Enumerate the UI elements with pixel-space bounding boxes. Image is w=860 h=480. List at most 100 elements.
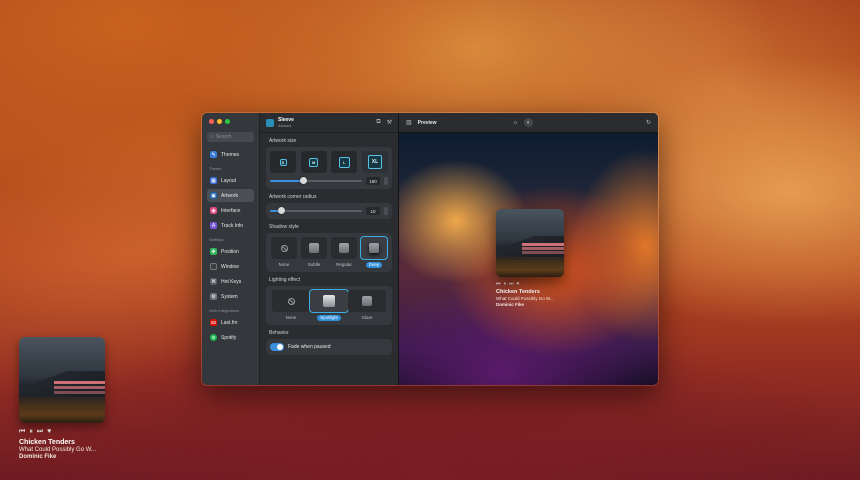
search-icon: ⌕ bbox=[211, 134, 214, 140]
preview-album-artwork bbox=[496, 209, 564, 277]
sidebar-toggle-icon[interactable]: ▥ bbox=[406, 119, 412, 126]
preview-now-playing: ⏮ ⏸ ⏭ ♥ Chicken Tenders What Could Possi… bbox=[496, 209, 586, 307]
corner-radius-value[interactable]: 10 bbox=[366, 207, 380, 215]
lastfm-icon: as bbox=[210, 319, 217, 326]
sidebar: ⌕ Search ✎ Themes Theme ▦ Layout ▣ Artwo… bbox=[202, 113, 259, 385]
artwork-size-value[interactable]: 180 bbox=[366, 177, 380, 185]
heart-icon: ♥ bbox=[516, 281, 520, 287]
refresh-icon[interactable]: ↻ bbox=[646, 119, 651, 126]
preview-canvas: ⏮ ⏸ ⏭ ♥ Chicken Tenders What Could Possi… bbox=[399, 133, 658, 385]
text-icon: A bbox=[210, 222, 217, 229]
behavior-card: Fade when paused bbox=[266, 339, 392, 355]
sidebar-item-hot-keys[interactable]: ⌘ Hot Keys bbox=[207, 275, 254, 288]
sidebar-section-theme: Theme bbox=[209, 166, 222, 171]
corner-radius-label: Artwork corner radius bbox=[269, 194, 317, 200]
preview-track-title: Chicken Tenders bbox=[496, 289, 540, 295]
layout-icon: ▦ bbox=[210, 177, 217, 184]
artwork-size-stepper[interactable] bbox=[384, 177, 388, 185]
sidebar-item-interface[interactable]: ◉ Interface bbox=[207, 204, 254, 217]
moon-icon[interactable]: ◐ bbox=[524, 118, 534, 127]
sidebar-item-system[interactable]: ⚙ System bbox=[207, 290, 254, 303]
lighting-option-glare[interactable]: Glare bbox=[348, 290, 386, 321]
behavior-label: Behavior bbox=[269, 330, 289, 336]
shadow-option-regular[interactable]: Regular bbox=[330, 237, 358, 268]
copy-icon[interactable]: ⧉ bbox=[376, 119, 380, 126]
gear-icon: ⚙ bbox=[210, 293, 217, 300]
sidebar-item-track-info[interactable]: A Track Info bbox=[207, 219, 254, 232]
preview-track-album: What Could Possibly Go W... bbox=[496, 296, 554, 301]
previous-icon: ⏮ bbox=[496, 281, 501, 287]
preview-title: Preview bbox=[417, 119, 437, 126]
sidebar-section-integrations: Web Integrations bbox=[209, 308, 240, 313]
size-option-l[interactable]: L bbox=[331, 151, 358, 173]
app-window: ⌕ Search ✎ Themes Theme ▦ Layout ▣ Artwo… bbox=[201, 112, 659, 386]
shadow-style-label: Shadow style bbox=[269, 224, 299, 230]
window-icon bbox=[210, 263, 217, 270]
sidebar-item-layout[interactable]: ▦ Layout bbox=[207, 174, 254, 187]
spotify-icon: ≋ bbox=[210, 334, 217, 341]
lighting-effect-label: Lighting effect bbox=[269, 277, 301, 283]
artwork-size-label: Artwork size bbox=[269, 138, 297, 144]
corner-radius-slider[interactable] bbox=[270, 207, 362, 214]
artwork-icon: ▣ bbox=[210, 192, 217, 199]
app-logo-icon bbox=[266, 118, 274, 127]
lighting-option-spotlight[interactable]: Spotlight bbox=[309, 289, 349, 321]
shadow-option-deep[interactable]: Deep bbox=[360, 236, 388, 268]
track-title: Chicken Tenders bbox=[19, 439, 75, 446]
preview-pane: ▥ Preview ☼ ◐ ↻ ⏮ ⏸ ⏭ ♥ Chicken Tenders … bbox=[398, 113, 658, 385]
sidebar-item-spotify[interactable]: ≋ Spotify bbox=[207, 331, 254, 344]
sun-icon[interactable]: ☼ bbox=[513, 120, 519, 126]
shadow-option-none[interactable]: None bbox=[270, 237, 298, 268]
pause-icon: ⏸ bbox=[503, 281, 507, 287]
square-icon bbox=[362, 296, 372, 306]
minimize-button[interactable] bbox=[217, 119, 222, 124]
keyboard-icon: ⌘ bbox=[210, 278, 217, 285]
previous-icon[interactable]: ⏮ bbox=[19, 428, 25, 436]
corner-radius-stepper[interactable] bbox=[384, 207, 388, 215]
desktop-now-playing: ⏮ ⏸ ⏭ ♥ Chicken Tenders What Could Possi… bbox=[19, 337, 139, 460]
close-button[interactable] bbox=[209, 119, 214, 124]
track-album: What Could Possibly Go W... bbox=[19, 447, 97, 453]
square-icon bbox=[369, 243, 379, 253]
size-option-xl[interactable]: XL bbox=[361, 151, 388, 173]
none-icon bbox=[280, 244, 288, 252]
next-icon[interactable]: ⏭ bbox=[37, 428, 43, 436]
sidebar-item-lastfm[interactable]: as Last.fm bbox=[207, 316, 254, 329]
fade-when-paused-label: Fade when paused bbox=[288, 344, 331, 350]
next-icon: ⏭ bbox=[509, 281, 514, 287]
move-icon: ✥ bbox=[210, 248, 217, 255]
interface-icon: ◉ bbox=[210, 207, 217, 214]
artwork-size-card: S M L XL 180 bbox=[266, 147, 392, 189]
playback-controls: ⏮ ⏸ ⏭ ♥ bbox=[19, 428, 139, 436]
panel-header: Sleeve Artwork ⧉ ⚒ bbox=[260, 113, 398, 133]
size-option-m[interactable]: M bbox=[300, 151, 327, 173]
sidebar-section-settings: Settings bbox=[209, 237, 224, 242]
preview-playback-controls: ⏮ ⏸ ⏭ ♥ bbox=[496, 281, 586, 287]
paintbrush-icon: ✎ bbox=[210, 151, 217, 158]
sidebar-item-position[interactable]: ✥ Position bbox=[207, 245, 254, 258]
search-input[interactable]: ⌕ Search bbox=[207, 132, 254, 142]
lighting-option-none[interactable]: None bbox=[272, 290, 310, 321]
sidebar-item-window[interactable]: Window bbox=[207, 260, 254, 273]
artwork-size-slider[interactable] bbox=[270, 177, 362, 184]
artwork-settings-panel: Sleeve Artwork ⧉ ⚒ Artwork size S M L XL bbox=[259, 113, 398, 385]
pause-icon[interactable]: ⏸ bbox=[29, 428, 33, 436]
corner-radius-card: 10 bbox=[266, 203, 392, 219]
zoom-button[interactable] bbox=[225, 119, 230, 124]
lighting-effect-card: None Spotlight Glare bbox=[266, 286, 392, 325]
fade-when-paused-toggle[interactable] bbox=[270, 343, 284, 351]
preview-header: ▥ Preview ☼ ◐ ↻ bbox=[399, 113, 658, 133]
square-icon bbox=[309, 243, 319, 253]
heart-icon[interactable]: ♥ bbox=[47, 428, 51, 436]
none-icon bbox=[287, 297, 295, 305]
shadow-option-subtle[interactable]: Subtle bbox=[300, 237, 328, 268]
window-controls bbox=[209, 119, 254, 124]
shadow-style-card: None Subtle Regular Deep bbox=[266, 233, 392, 272]
size-option-s[interactable]: S bbox=[270, 151, 296, 173]
sidebar-item-themes[interactable]: ✎ Themes bbox=[207, 148, 254, 161]
sidebar-item-artwork[interactable]: ▣ Artwork bbox=[207, 189, 254, 202]
square-icon bbox=[339, 243, 349, 253]
panel-subtitle: Artwork bbox=[278, 123, 292, 128]
album-artwork bbox=[19, 337, 105, 423]
wrench-icon[interactable]: ⚒ bbox=[387, 119, 392, 126]
